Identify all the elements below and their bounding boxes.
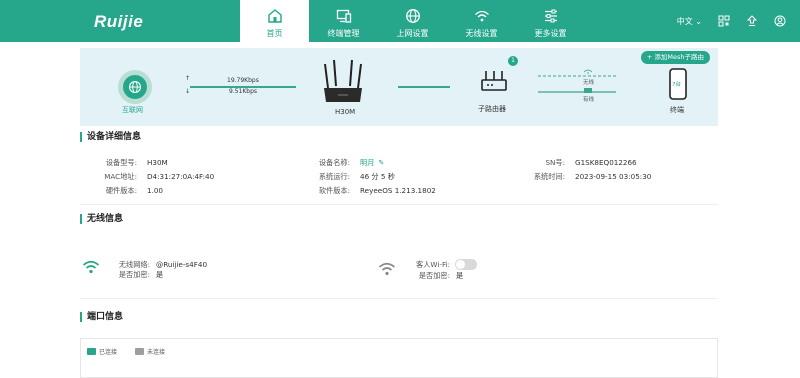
uptime-value: 46 分 5 秒 — [360, 172, 395, 181]
terminal-links — [538, 69, 616, 93]
add-mesh-router-button[interactable]: + 添加Mesh子路由 — [640, 51, 710, 64]
header-right-tools: 中文 ⌄ — [677, 0, 786, 42]
guest-encryption-row: 是否加密: 是 — [400, 271, 463, 281]
model-value: H30M — [147, 158, 168, 167]
guest-wifi-row: 客人Wi-Fi: — [400, 260, 450, 270]
main-nav: 首页 终端管理 上网设置 无线设置 更多设置 — [240, 0, 585, 42]
model-key: 设备型号: — [105, 158, 137, 167]
upgrade-icon[interactable] — [746, 15, 758, 27]
sub-router-label: 子路由器 — [478, 105, 506, 113]
port-info-title: 端口信息 — [80, 312, 123, 322]
nav-terminals-label: 终端管理 — [327, 29, 360, 38]
monitor-icon — [336, 9, 351, 23]
globe-icon — [405, 9, 420, 23]
mac-key: MAC地址: — [104, 172, 137, 181]
hw-row: 硬件版本: 1.00 — [87, 186, 163, 196]
systime-value: 2023-09-15 03:05:30 — [575, 172, 652, 181]
internet-node[interactable] — [118, 70, 152, 104]
legend-connected: 已连接 — [87, 347, 117, 356]
network-topology: + 添加Mesh子路由 互联网 ↑ ↓ 19.79Kbps 9.51Kbps H… — [80, 48, 718, 126]
mac-value: D4:31:27:0A:4F:40 — [147, 172, 215, 181]
legend-disconnected-label: 未连接 — [147, 349, 166, 356]
device-info-title: 设备详细信息 — [80, 132, 141, 142]
wifi-icon — [82, 260, 100, 274]
wifi-icon — [474, 10, 489, 22]
qrcode-icon[interactable] — [718, 15, 730, 27]
name-key: 设备名称: — [318, 158, 350, 167]
device-name-value[interactable]: 明月 — [360, 158, 374, 168]
guest-encryption-key: 是否加密: — [418, 271, 450, 280]
uptime-key: 系统运行: — [318, 172, 350, 181]
nav-terminals[interactable]: 终端管理 — [309, 0, 378, 42]
sn-value: G1SK8EQ012266 — [575, 158, 637, 167]
router-label: H30M — [335, 108, 356, 116]
nav-home-label: 首页 — [266, 29, 283, 38]
language-select[interactable]: 中文 ⌄ — [677, 16, 702, 27]
wireless-network-value: @Ruijie-s4F40 — [156, 260, 208, 269]
internet-label: 互联网 — [122, 106, 143, 114]
edit-icon[interactable]: ✎ — [378, 158, 384, 168]
legend-connected-label: 已连接 — [99, 349, 118, 356]
upload-arrow-icon: ↑ — [185, 75, 191, 82]
model-row: 设备型号: H30M — [87, 158, 168, 168]
sw-key: 软件版本: — [318, 186, 350, 195]
nav-internet-label: 上网设置 — [396, 29, 429, 38]
guest-encryption-value: 是 — [456, 271, 464, 280]
legend-disconnected: 未连接 — [135, 347, 165, 356]
wireless-link-note: 无线 — [583, 80, 595, 86]
port-disconnected-icon — [135, 348, 144, 355]
divider — [80, 204, 718, 205]
language-label: 中文 — [676, 16, 693, 26]
wireless-encryption-value: 是 — [156, 270, 164, 279]
home-icon — [267, 9, 282, 23]
sw-value: ReyeeOS 1.213.1802 — [360, 186, 436, 195]
globe-icon — [128, 80, 142, 94]
hw-key: 硬件版本: — [105, 186, 137, 195]
systime-row: 系统时间: 2023-09-15 03:05:30 — [515, 172, 652, 182]
sub-router-count-badge: 1 — [508, 56, 518, 66]
port-panel: 已连接 未连接 — [80, 338, 718, 378]
ruijie-logo[interactable]: Ruijie — [94, 12, 143, 32]
wireless-network-key: 无线网络: — [118, 260, 150, 269]
port-connected-icon — [87, 348, 96, 355]
mesh-link-line — [398, 86, 450, 88]
upload-speed: 19.79Kbps — [227, 77, 259, 84]
uptime-row: 系统运行: 46 分 5 秒 — [300, 172, 395, 182]
nav-home[interactable]: 首页 — [240, 0, 309, 42]
terminal-label: 终端 — [670, 106, 684, 114]
hw-value: 1.00 — [147, 186, 164, 195]
systime-key: 系统时间: — [533, 172, 565, 181]
download-speed: 9.51Kbps — [229, 88, 258, 95]
sn-row: SN号: G1SK8EQ012266 — [515, 158, 637, 168]
nav-wireless[interactable]: 无线设置 — [447, 0, 516, 42]
terminal-count: 7台 — [672, 82, 681, 88]
router-icon[interactable] — [320, 58, 366, 104]
wireless-network-row: 无线网络: @Ruijie-s4F40 — [100, 260, 207, 270]
sw-row: 软件版本: ReyeeOS 1.213.1802 — [300, 186, 436, 196]
nav-more-label: 更多设置 — [534, 29, 567, 38]
add-mesh-router-label: 添加Mesh子路由 — [654, 53, 704, 61]
nav-more[interactable]: 更多设置 — [516, 0, 585, 42]
download-arrow-icon: ↓ — [185, 88, 191, 95]
wireless-info-title: 无线信息 — [80, 214, 123, 224]
guest-wifi-key: 客人Wi-Fi: — [416, 260, 450, 269]
wireless-encryption-row: 是否加密: 是 — [100, 270, 163, 280]
sub-router-icon[interactable] — [480, 70, 508, 94]
mac-row: MAC地址: D4:31:27:0A:4F:40 — [87, 172, 214, 182]
nav-wireless-label: 无线设置 — [465, 29, 498, 38]
guest-wifi-toggle[interactable] — [455, 259, 477, 270]
guest-wifi-icon — [378, 262, 396, 276]
sn-key: SN号: — [545, 158, 565, 167]
wireless-encryption-key: 是否加密: — [118, 270, 150, 279]
divider — [80, 298, 718, 299]
sliders-icon — [544, 9, 557, 23]
wired-link-note: 有线 — [583, 97, 595, 103]
user-icon[interactable] — [774, 15, 786, 27]
top-header: Ruijie 首页 终端管理 上网设置 无线设置 更多设置 中文 ⌄ — [0, 0, 800, 42]
name-row: 设备名称: 明月 ✎ — [300, 158, 385, 168]
nav-internet[interactable]: 上网设置 — [378, 0, 447, 42]
